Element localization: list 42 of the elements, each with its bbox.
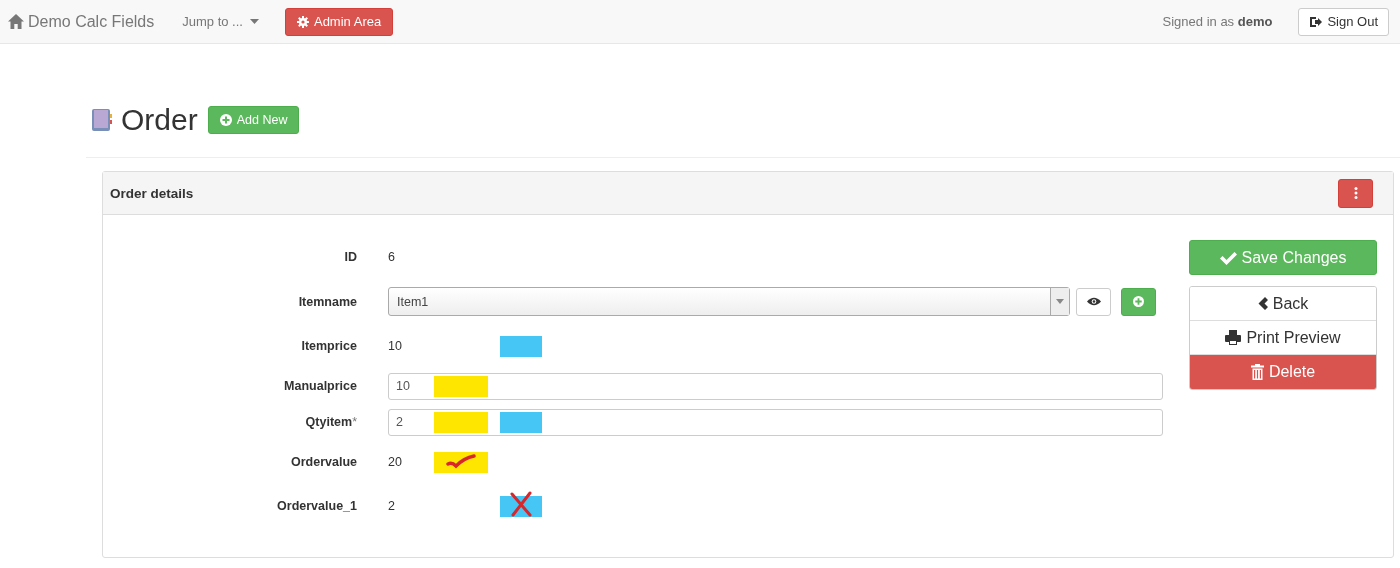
delete-button[interactable]: Delete	[1190, 355, 1376, 389]
input-field[interactable]: 2	[388, 408, 1163, 436]
field-value: 2	[388, 499, 395, 513]
dropdown-arrow-icon	[1056, 299, 1064, 304]
check-mark-icon	[444, 454, 478, 470]
home-icon	[8, 14, 24, 29]
sign-out-button[interactable]: Sign Out	[1298, 7, 1389, 36]
field-label: Itemname	[298, 294, 357, 309]
chevron-left-icon	[1257, 297, 1268, 310]
field-label: ID	[344, 250, 357, 264]
brand-link[interactable]: Demo Calc Fields	[8, 12, 155, 31]
caret-icon	[249, 19, 259, 24]
field-value: 6	[388, 250, 395, 264]
field-label: Qtyitem*	[305, 415, 357, 429]
signed-in-text: Signed in as demo	[1162, 14, 1273, 29]
select-field[interactable]: Item1	[388, 287, 1070, 316]
field-label: Ordervalue	[291, 455, 357, 469]
field-label: Manualprice	[284, 379, 357, 393]
page-title: Order	[121, 103, 198, 137]
more-icon	[1353, 187, 1358, 199]
jump-menu[interactable]: Jump to ...	[182, 14, 259, 29]
back-button[interactable]: Back	[1190, 287, 1376, 321]
field-value: 20	[388, 455, 402, 469]
input-field[interactable]: 10	[388, 372, 1163, 400]
admin-area-button[interactable]: Admin Area	[284, 7, 394, 36]
check-icon	[1219, 250, 1237, 265]
plus-circle-icon	[219, 114, 232, 126]
field-label: Ordervalue_1	[277, 499, 357, 513]
printer-icon	[1225, 330, 1242, 345]
sign-out-icon	[1309, 15, 1323, 28]
eye-icon	[1086, 297, 1101, 306]
more-options-button[interactable]	[1338, 178, 1373, 208]
plus-circle-icon	[1133, 296, 1144, 307]
panel-title: Order details	[110, 185, 194, 201]
field-value: 10	[388, 339, 402, 353]
field-label: Itemprice	[301, 339, 357, 353]
cross-mark-icon	[508, 491, 534, 517]
book-icon	[91, 108, 113, 132]
gear-icon	[296, 15, 309, 28]
view-button[interactable]	[1076, 287, 1111, 316]
trash-icon	[1250, 364, 1264, 380]
add-item-button[interactable]	[1121, 287, 1156, 316]
